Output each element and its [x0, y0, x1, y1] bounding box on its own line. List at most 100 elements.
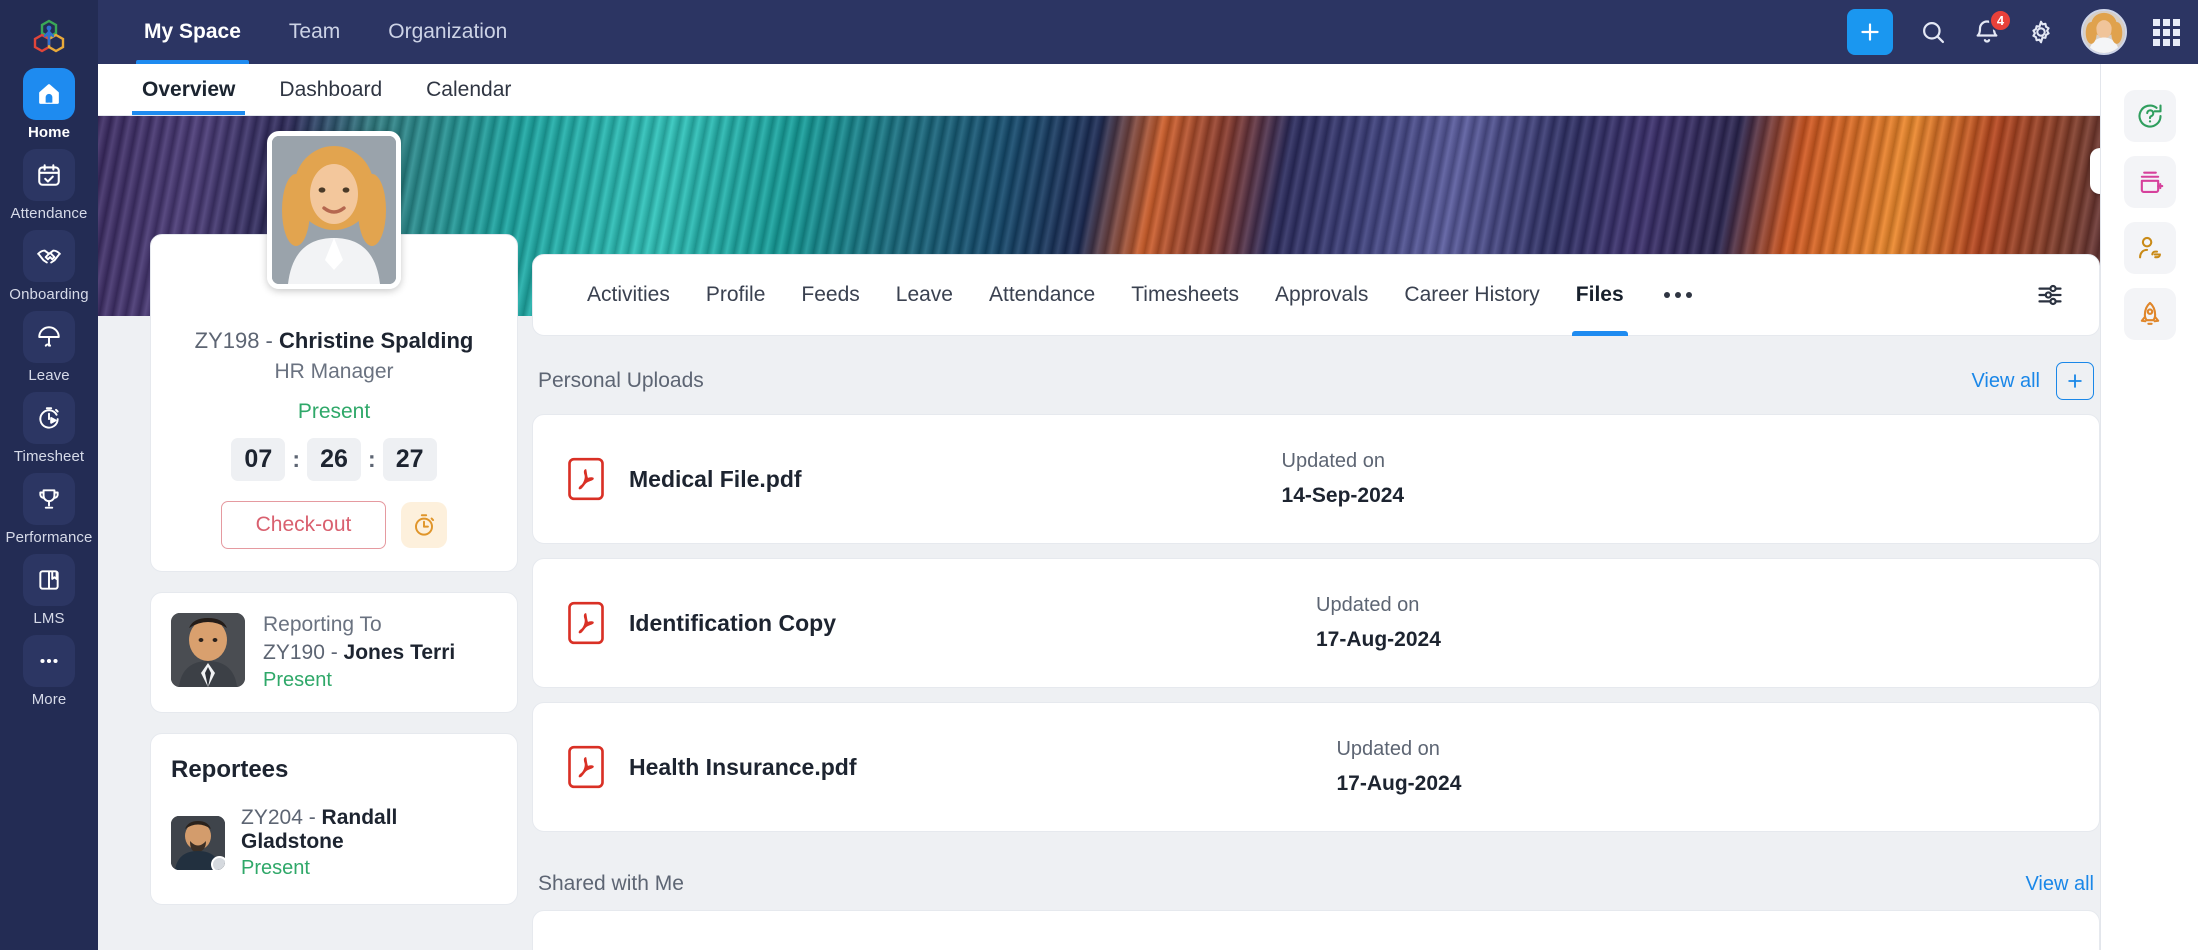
top-nav-organization[interactable]: Organization	[364, 0, 531, 64]
file-name: Medical File.pdf	[629, 465, 802, 492]
sidebar-item-more[interactable]: More	[0, 635, 98, 707]
add-record-button[interactable]	[2123, 156, 2176, 208]
top-nav-team[interactable]: Team	[265, 0, 364, 64]
notifications-button[interactable]: 4	[1973, 9, 2012, 46]
sidebar-item-lms[interactable]: LMS	[0, 554, 98, 626]
tab-leave[interactable]: Leave	[878, 254, 971, 336]
pdf-file-icon	[568, 601, 604, 645]
app-logo[interactable]	[0, 4, 98, 68]
presence-dot	[211, 855, 225, 870]
timer-hours: 07	[231, 437, 286, 481]
sidebar-item-label: Attendance	[10, 205, 88, 222]
gear-icon	[2032, 20, 2050, 44]
rocket-button[interactable]	[2123, 288, 2176, 340]
tab-label: Profile	[705, 283, 766, 306]
plus-icon	[1861, 23, 1879, 41]
view-all-link[interactable]: View all	[2025, 873, 2094, 896]
tab-overview[interactable]: Overview	[120, 64, 257, 115]
sidebar-item-performance[interactable]: Performance	[0, 473, 98, 545]
home-icon	[23, 68, 75, 120]
sidebar-item-label: Performance	[5, 529, 93, 546]
tab-label: Approvals	[1275, 283, 1369, 306]
tab-label: Timesheets	[1131, 283, 1240, 306]
tab-timesheets[interactable]: Timesheets	[1113, 254, 1257, 336]
avatar	[171, 612, 245, 687]
profile-employee-id: ZY198 -	[194, 328, 279, 353]
tab-files[interactable]: Files	[1558, 254, 1642, 336]
sub-nav-label: Calendar	[426, 77, 512, 101]
sidebar-item-label: More	[31, 691, 67, 708]
tab-feeds[interactable]: Feeds	[783, 254, 877, 336]
check-out-button[interactable]: Check-out	[220, 500, 387, 549]
table-row[interactable]: Medical File.pdf Updated on 14-Sep-2024	[532, 414, 2100, 544]
help-button[interactable]	[2123, 90, 2176, 142]
manager-name: ZY190 - Jones Terri	[263, 641, 455, 665]
reportees-title: Reportees	[171, 755, 289, 783]
add-record-icon	[2140, 171, 2163, 193]
reporting-to-card[interactable]: Reporting To ZY190 - Jones Terri Present	[150, 591, 518, 713]
list-item[interactable]: ZY204 - Randall Gladstone Present	[171, 806, 497, 880]
timer-separator: :	[368, 445, 376, 472]
sidebar-item-home[interactable]: Home	[0, 68, 98, 140]
tab-label: Attendance	[988, 283, 1096, 306]
pdf-file-icon	[568, 457, 604, 501]
apps-grid-button[interactable]	[2153, 18, 2180, 46]
sidebar-item-attendance[interactable]: Attendance	[0, 149, 98, 221]
tab-label: Files	[1575, 283, 1624, 306]
user-link-button[interactable]	[2123, 222, 2176, 274]
table-row[interactable]: Identification Copy Updated on 17-Aug-20…	[532, 558, 2100, 688]
tab-approvals[interactable]: Approvals	[1257, 254, 1386, 336]
content-area: ZY198 - Christine Spalding HR Manager Pr…	[98, 131, 2198, 950]
updated-label: Updated on	[1316, 594, 1420, 616]
left-sidebar: Home Attendance Onboarding Leave Timeshe…	[0, 0, 98, 950]
trophy-icon	[23, 473, 75, 525]
reportee-status: Present	[241, 856, 310, 879]
tab-calendar[interactable]: Calendar	[404, 64, 533, 115]
sidebar-item-leave[interactable]: Leave	[0, 311, 98, 383]
sidebar-item-label: Timesheet	[13, 448, 85, 465]
profile-pane: ZY198 - Christine Spalding HR Manager Pr…	[98, 131, 518, 950]
employee-photo[interactable]	[267, 131, 401, 289]
book-icon	[23, 554, 75, 606]
reportee-employee-id: ZY204 -	[241, 805, 322, 829]
search-button[interactable]	[1919, 18, 1947, 46]
add-file-button[interactable]	[2056, 362, 2094, 400]
updated-label: Updated on	[1281, 450, 1385, 472]
top-nav-label: Team	[288, 20, 341, 43]
stopwatch-play-icon	[23, 392, 75, 444]
search-icon	[1923, 22, 1945, 44]
shared-file-row[interactable]	[532, 910, 2100, 950]
user-avatar	[2083, 11, 2125, 53]
reporting-to-label: Reporting To	[263, 612, 382, 636]
file-name: Health Insurance.pdf	[629, 753, 857, 780]
settings-button[interactable]	[2027, 18, 2055, 46]
top-nav-label: My Space	[144, 20, 241, 43]
zoho-people-logo-icon	[33, 19, 65, 53]
sidebar-item-onboarding[interactable]: Onboarding	[0, 230, 98, 302]
tab-profile[interactable]: Profile	[688, 254, 784, 336]
tab-career-history[interactable]: Career History	[1386, 254, 1557, 336]
tab-dashboard[interactable]: Dashboard	[257, 64, 404, 115]
tab-attendance[interactable]: Attendance	[971, 254, 1113, 336]
filter-settings-button[interactable]	[2025, 270, 2075, 320]
tabs-overflow-button[interactable]	[1642, 292, 1714, 298]
tab-activities[interactable]: Activities	[569, 254, 688, 336]
view-all-link[interactable]: View all	[1971, 370, 2040, 393]
ellipsis-icon	[23, 635, 75, 687]
notification-badge: 4	[1989, 9, 2012, 32]
updated-date: 17-Aug-2024	[1336, 772, 1462, 795]
beach-umbrella-icon	[23, 311, 75, 363]
add-button[interactable]	[1847, 9, 1893, 55]
sidebar-item-timesheet[interactable]: Timesheet	[0, 392, 98, 464]
sliders-filter-icon	[2038, 284, 2062, 306]
top-nav-my-space[interactable]: My Space	[120, 0, 265, 64]
table-row[interactable]: Health Insurance.pdf Updated on 17-Aug-2…	[532, 702, 2100, 832]
section-title: Shared with Me	[538, 872, 684, 895]
timer-separator: :	[292, 445, 300, 472]
app-root: Home Attendance Onboarding Leave Timeshe…	[0, 0, 2198, 950]
sidebar-item-label: Leave	[28, 367, 70, 384]
ellipsis-icon	[1663, 292, 1670, 298]
main-column: My Space Team Organization 4 Overview Da…	[98, 0, 2198, 950]
avatar[interactable]	[2081, 9, 2127, 55]
timer-button[interactable]	[401, 501, 448, 548]
